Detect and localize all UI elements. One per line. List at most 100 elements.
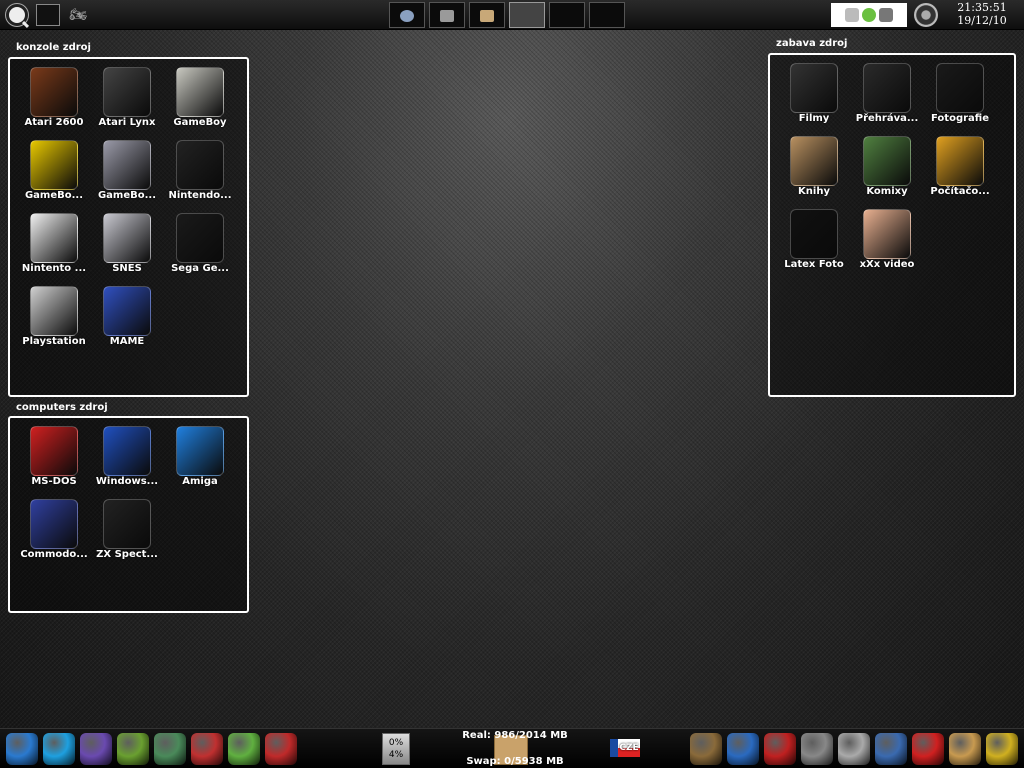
globe-icon[interactable] [6, 733, 38, 765]
joystick-icon[interactable] [191, 733, 223, 765]
network-monitor-icon[interactable] [154, 733, 186, 765]
ms-dos-icon [30, 426, 78, 476]
pager-desktop-2[interactable] [429, 2, 465, 28]
desktop-icon-label: Nintendo... [168, 190, 232, 201]
memory-swap: Swap: 0/5938 MB [466, 756, 564, 767]
nintendo-64-icon [176, 140, 224, 190]
desktop-icon-nintendo-ds[interactable]: Nintento ... [16, 211, 92, 283]
gameboy-icon [176, 67, 224, 117]
file-manager-icon[interactable] [949, 733, 981, 765]
video-icon [863, 209, 911, 259]
desktop-icon-label: Počítačo... [930, 186, 990, 197]
desktop-icon-label: Amiga [182, 476, 218, 487]
magazines-icon [936, 136, 984, 186]
desktop-icon-commodore[interactable]: Commodo... [16, 497, 92, 569]
desktop-icon-label: Atari Lynx [98, 117, 156, 128]
desktop-icon-atari-2600[interactable]: Atari 2600 [16, 65, 92, 137]
desktop-icon-label: SNES [112, 263, 142, 274]
clock-applet-icon[interactable] [914, 3, 938, 27]
desktop-icon-zx-spectrum[interactable]: ZX Spect... [89, 497, 165, 569]
desktop-icon-label: MAME [109, 336, 145, 347]
monitor-icon[interactable] [801, 733, 833, 765]
update-check-icon[interactable] [862, 8, 876, 22]
pidgin-icon[interactable] [80, 733, 112, 765]
dc-icon[interactable] [764, 733, 796, 765]
windows-icon [103, 426, 151, 476]
show-desktop-button[interactable] [36, 4, 60, 26]
cpu-usage-1: 0% [388, 738, 404, 748]
desktop-icon-camera[interactable]: Fotografie [922, 61, 998, 133]
desktop-pager [389, 2, 625, 28]
clock[interactable]: 21:35:51 19/12/10 [950, 1, 1014, 27]
desktop-icon-sega-genesis[interactable]: Sega Ge... [162, 211, 238, 283]
book-icon [790, 136, 838, 186]
desktop-icon-amiga[interactable]: Amiga [162, 424, 238, 496]
konzole-widget: Atari 2600 Atari Lynx GameBoy GameBo... Game… [8, 57, 249, 397]
desktop-icon-gameboy-advance-sp[interactable]: GameBo... [89, 138, 165, 210]
gameboy-color-icon [30, 140, 78, 190]
phone-manager-icon[interactable] [117, 733, 149, 765]
desktop-icon-label: MS-DOS [31, 476, 77, 487]
home-icon[interactable] [912, 733, 944, 765]
mail-tray-icon[interactable] [845, 8, 859, 22]
desktop-icon-latex-photo[interactable]: Latex Foto [776, 207, 852, 279]
latex-photo-icon [790, 209, 838, 259]
top-panel: 🏍 21:35:51 19/12/10 [0, 0, 1024, 30]
desktop-icon-snes[interactable]: SNES [89, 211, 165, 283]
desktop-icon-label: Fotografie [931, 113, 989, 124]
pager-desktop-1[interactable] [389, 2, 425, 28]
desktop-icon-comics[interactable]: Komixy [849, 134, 925, 206]
zabava-widget: Filmy Přehráva... Fotografie Knihy Komixy Poč… [768, 53, 1016, 397]
desktop-icon-magazines[interactable]: Počítačo... [922, 134, 998, 206]
desktop-icon-camcorder[interactable]: Filmy [776, 61, 852, 133]
skype-icon[interactable] [43, 733, 75, 765]
frog-messenger-icon[interactable] [228, 733, 260, 765]
desktop-icon-label: GameBo... [24, 190, 84, 201]
desktop-icon-gameboy[interactable]: GameBoy [162, 65, 238, 137]
pcsx-icon[interactable] [265, 733, 297, 765]
nintendo-ds-icon [30, 213, 78, 263]
computers-widget: MS-DOS Windows... Amiga Commodo... ZX Spect.… [8, 416, 249, 613]
amiga-icon [176, 426, 224, 476]
desktop-icon-gameboy-color[interactable]: GameBo... [16, 138, 92, 210]
desktop-icon-ms-dos[interactable]: MS-DOS [16, 424, 92, 496]
desktop-icon-label: Nintento ... [21, 263, 87, 274]
motorbike-icon[interactable]: 🏍 [66, 6, 90, 24]
playstation-icon [30, 286, 78, 336]
desktop-icon-headphones[interactable]: Přehráva... [849, 61, 925, 133]
pager-desktop-6[interactable] [589, 2, 625, 28]
desktop-icon-atari-lynx[interactable]: Atari Lynx [89, 65, 165, 137]
desktop-icon-video[interactable]: xXx video [849, 207, 925, 279]
pager-desktop-4[interactable] [509, 2, 545, 28]
snes-icon [103, 213, 151, 263]
desktop-icon-nintendo-64[interactable]: Nintendo... [162, 138, 238, 210]
desktop-icon-label: Filmy [798, 113, 830, 124]
application-menu-icon[interactable] [6, 4, 28, 26]
camcorder-icon [790, 63, 838, 113]
zabava-widget-title: zabava zdroj [776, 38, 848, 49]
keyboard-layout-indicator[interactable]: CZE [610, 739, 640, 757]
desktop-icon-playstation[interactable]: Playstation [16, 284, 92, 356]
desktop-icon-label: Knihy [798, 186, 830, 197]
atari-lynx-icon [103, 67, 151, 117]
desktop-icon-label: Windows... [95, 476, 159, 487]
desktop-icon-label: Sega Ge... [171, 263, 229, 274]
mame-icon [103, 286, 151, 336]
commodore-icon [30, 499, 78, 549]
network-tray-icon[interactable] [879, 8, 893, 22]
gimp-icon[interactable] [690, 733, 722, 765]
desktop-icon-label: ZX Spect... [96, 549, 158, 560]
desktop-icon-book[interactable]: Knihy [776, 134, 852, 206]
pager-desktop-3[interactable] [469, 2, 505, 28]
desktop-icon-mame[interactable]: MAME [89, 284, 165, 356]
calculator-icon[interactable] [838, 733, 870, 765]
desktop-icon-windows[interactable]: Windows... [89, 424, 165, 496]
dropbox-icon[interactable] [727, 733, 759, 765]
pager-desktop-5[interactable] [549, 2, 585, 28]
world-clock-icon[interactable] [986, 733, 1018, 765]
desktop-icon-label: Přehráva... [855, 113, 919, 124]
gameboy-advance-sp-icon [103, 140, 151, 190]
system-monitor-icon[interactable] [875, 733, 907, 765]
cpu-monitor[interactable]: 0% 4% [382, 733, 410, 765]
headphones-icon [863, 63, 911, 113]
